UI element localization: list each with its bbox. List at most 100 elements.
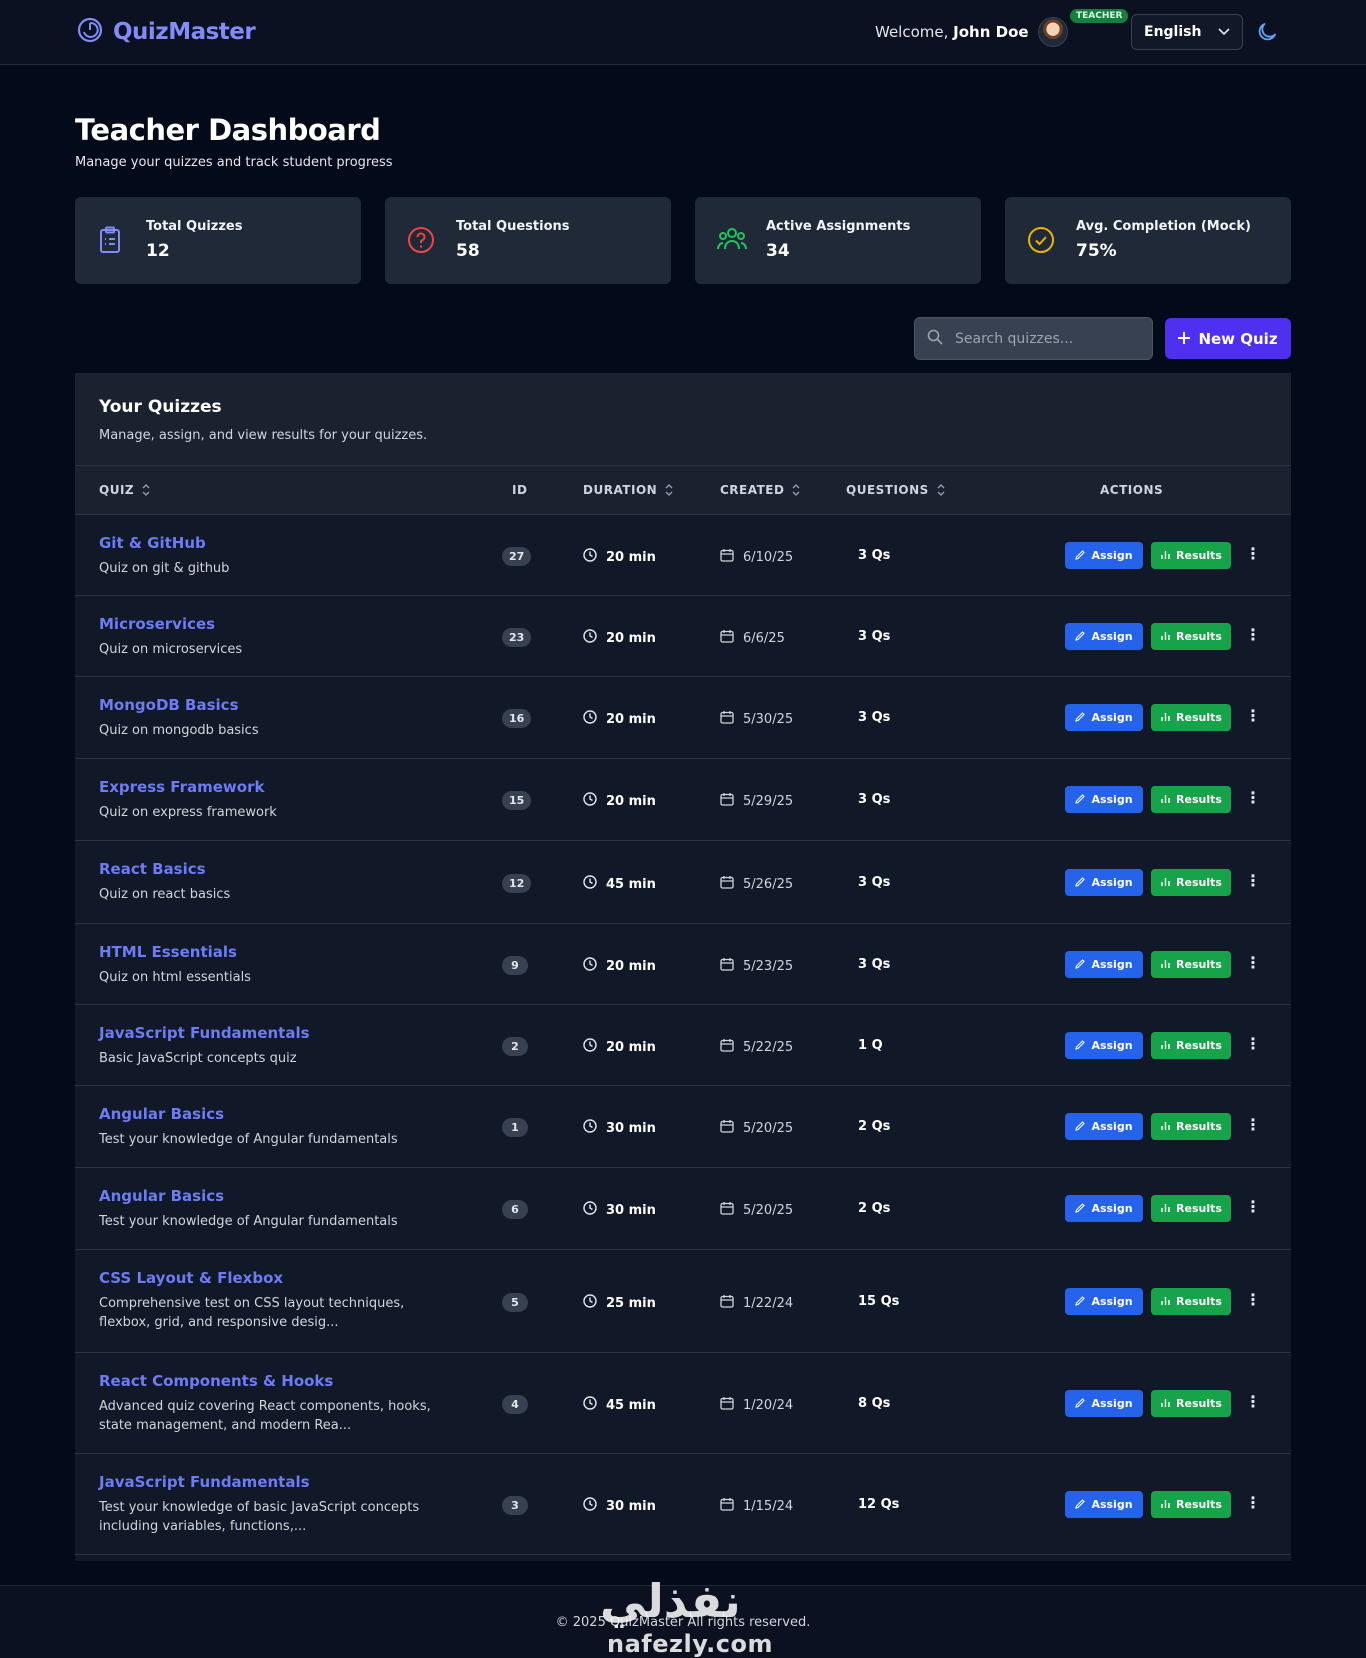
quiz-title-link[interactable]: Git & GitHub bbox=[99, 534, 206, 552]
table-row: HTML Essentials Quiz on html essentials 9 2… bbox=[75, 924, 1291, 1005]
clock-icon bbox=[583, 1294, 597, 1312]
quiz-title-link[interactable]: Angular Basics bbox=[99, 1105, 224, 1123]
more-options-icon[interactable]: ⋮ bbox=[1245, 788, 1261, 807]
more-options-icon[interactable]: ⋮ bbox=[1245, 1115, 1261, 1134]
more-options-icon[interactable]: ⋮ bbox=[1245, 1493, 1261, 1512]
clock-icon bbox=[583, 1201, 597, 1219]
quiz-title-link[interactable]: React Components & Hooks bbox=[99, 1372, 333, 1390]
search-box[interactable] bbox=[914, 317, 1153, 360]
duration-value: 20 min bbox=[606, 549, 656, 565]
results-label: Results bbox=[1176, 793, 1222, 806]
column-label: CREATED bbox=[720, 483, 785, 497]
results-button[interactable]: Results bbox=[1151, 1390, 1231, 1417]
calendar-icon bbox=[720, 1038, 734, 1056]
results-button[interactable]: Results bbox=[1151, 1195, 1231, 1222]
quiz-title-link[interactable]: React Basics bbox=[99, 860, 206, 878]
more-options-icon[interactable]: ⋮ bbox=[1245, 544, 1261, 563]
assign-button[interactable]: Assign bbox=[1065, 1491, 1143, 1518]
results-button[interactable]: Results bbox=[1151, 1032, 1231, 1059]
questions-count: 3 Qs bbox=[858, 875, 891, 890]
quiz-title-link[interactable]: MongoDB Basics bbox=[99, 696, 239, 714]
questions-count: 8 Qs bbox=[858, 1396, 891, 1411]
more-options-icon[interactable]: ⋮ bbox=[1245, 625, 1261, 644]
avatar[interactable] bbox=[1038, 17, 1068, 47]
duration-cell: 30 min bbox=[583, 1119, 656, 1137]
chart-icon bbox=[1160, 711, 1171, 725]
quiz-id-badge: 6 bbox=[502, 1200, 528, 1219]
assign-button[interactable]: Assign bbox=[1065, 704, 1143, 731]
moon-icon[interactable] bbox=[1255, 20, 1279, 48]
results-button[interactable]: Results bbox=[1151, 1113, 1231, 1140]
results-button[interactable]: Results bbox=[1151, 869, 1231, 896]
results-button[interactable]: Results bbox=[1151, 1288, 1231, 1315]
assign-button[interactable]: Assign bbox=[1065, 1195, 1143, 1222]
more-options-icon[interactable]: ⋮ bbox=[1245, 1290, 1261, 1309]
assign-button[interactable]: Assign bbox=[1065, 542, 1143, 569]
top-navbar: QuizMaster Welcome, John Doe TEACHER Eng… bbox=[0, 0, 1366, 65]
column-header-quiz[interactable]: QUIZ bbox=[99, 483, 150, 497]
created-value: 1/15/24 bbox=[743, 1498, 794, 1514]
duration-cell: 20 min bbox=[583, 957, 656, 975]
stat-card-avg-completion: Avg. Completion (Mock) 75% bbox=[1005, 197, 1291, 284]
calendar-icon bbox=[720, 1119, 734, 1137]
quiz-description: Test your knowledge of Angular fundament… bbox=[99, 1214, 398, 1229]
quiz-id-badge: 23 bbox=[502, 628, 532, 647]
sort-icon bbox=[142, 484, 150, 496]
more-options-icon[interactable]: ⋮ bbox=[1245, 706, 1261, 725]
chevron-down-icon bbox=[1218, 24, 1230, 40]
stat-card-active-assignments: Active Assignments 34 bbox=[695, 197, 981, 284]
quiz-title-link[interactable]: CSS Layout & Flexbox bbox=[99, 1269, 283, 1287]
results-button[interactable]: Results bbox=[1151, 951, 1231, 978]
footer: © 2025 QuizMaster All rights reserved. ن… bbox=[0, 1574, 1366, 1658]
language-select[interactable]: English bbox=[1131, 14, 1243, 50]
assign-icon bbox=[1075, 630, 1086, 644]
table-row: Microservices Quiz on microservices 23 20 m… bbox=[75, 596, 1291, 677]
assign-button[interactable]: Assign bbox=[1065, 951, 1143, 978]
results-button[interactable]: Results bbox=[1151, 623, 1231, 650]
table-row: Angular Basics Test your knowledge of Ang… bbox=[75, 1086, 1291, 1168]
table-row: React Components & Hooks Advanced quiz co… bbox=[75, 1353, 1291, 1454]
more-options-icon[interactable]: ⋮ bbox=[1245, 1034, 1261, 1053]
column-header-id: ID bbox=[512, 483, 527, 497]
more-options-icon[interactable]: ⋮ bbox=[1245, 1392, 1261, 1411]
brand[interactable]: QuizMaster bbox=[77, 17, 256, 47]
more-options-icon[interactable]: ⋮ bbox=[1245, 1197, 1261, 1216]
assign-button[interactable]: Assign bbox=[1065, 786, 1143, 813]
assign-label: Assign bbox=[1091, 1498, 1133, 1511]
assign-icon bbox=[1075, 711, 1086, 725]
duration-cell: 45 min bbox=[583, 1396, 656, 1414]
column-header-questions[interactable]: QUESTIONS bbox=[846, 483, 945, 497]
quizzes-panel: Your Quizzes Manage, assign, and view re… bbox=[75, 373, 1291, 1561]
created-value: 5/20/25 bbox=[743, 1202, 794, 1218]
column-header-duration[interactable]: DURATION bbox=[583, 483, 673, 497]
watermark-arabic: نفذلي bbox=[600, 1574, 741, 1628]
brand-name: QuizMaster bbox=[113, 19, 256, 45]
quiz-title-link[interactable]: JavaScript Fundamentals bbox=[99, 1473, 310, 1491]
quiz-title-link[interactable]: Angular Basics bbox=[99, 1187, 224, 1205]
created-cell: 5/20/25 bbox=[720, 1201, 793, 1219]
quiz-title-link[interactable]: HTML Essentials bbox=[99, 943, 237, 961]
results-button[interactable]: Results bbox=[1151, 542, 1231, 569]
results-button[interactable]: Results bbox=[1151, 704, 1231, 731]
results-label: Results bbox=[1176, 1202, 1222, 1215]
assign-button[interactable]: Assign bbox=[1065, 869, 1143, 896]
assign-button[interactable]: Assign bbox=[1065, 623, 1143, 650]
assign-button[interactable]: Assign bbox=[1065, 1390, 1143, 1417]
more-options-icon[interactable]: ⋮ bbox=[1245, 953, 1261, 972]
quiz-title-link[interactable]: JavaScript Fundamentals bbox=[99, 1024, 310, 1042]
results-button[interactable]: Results bbox=[1151, 786, 1231, 813]
column-label: ID bbox=[512, 483, 528, 497]
results-button[interactable]: Results bbox=[1151, 1491, 1231, 1518]
column-header-created[interactable]: CREATED bbox=[720, 483, 800, 497]
quiz-id-badge: 27 bbox=[502, 547, 532, 566]
quiz-title-link[interactable]: Express Framework bbox=[99, 778, 264, 796]
assign-button[interactable]: Assign bbox=[1065, 1032, 1143, 1059]
quiz-title-link[interactable]: Microservices bbox=[99, 615, 215, 633]
more-options-icon[interactable]: ⋮ bbox=[1245, 871, 1261, 890]
new-quiz-button[interactable]: New Quiz bbox=[1165, 318, 1291, 359]
duration-cell: 20 min bbox=[583, 548, 656, 566]
assign-button[interactable]: Assign bbox=[1065, 1113, 1143, 1140]
assign-button[interactable]: Assign bbox=[1065, 1288, 1143, 1315]
duration-value: 20 min bbox=[606, 1039, 656, 1055]
search-input[interactable] bbox=[955, 330, 1135, 347]
